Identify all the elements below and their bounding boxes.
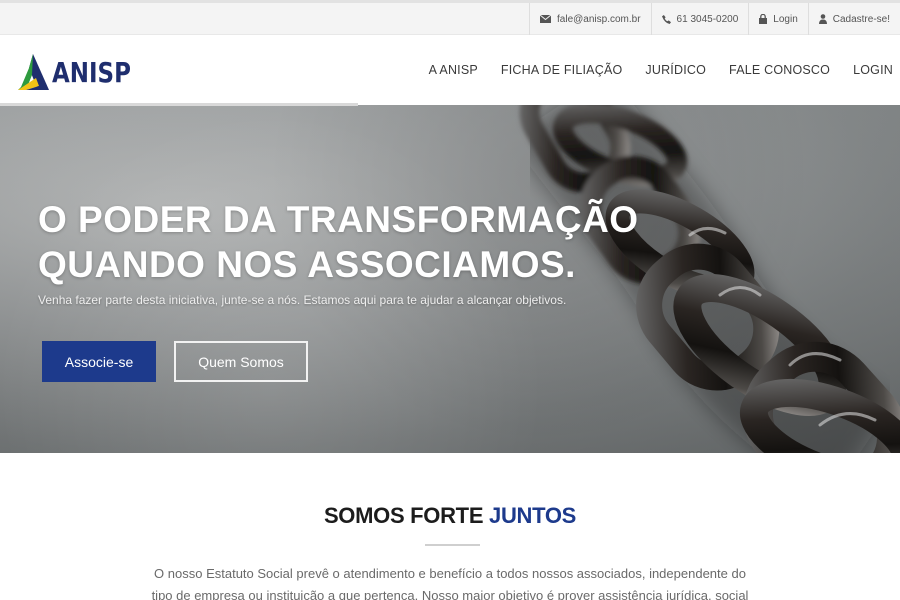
nav-item-ficha-de-filiacao[interactable]: FICHA DE FILIAÇÃO	[501, 63, 622, 77]
associe-se-button[interactable]: Associe-se	[42, 341, 156, 382]
nav-item-fale-conosco[interactable]: FALE CONOSCO	[729, 63, 830, 77]
top-bar-links: fale@anisp.com.br 61 3045-0200 Login Cad…	[529, 3, 900, 35]
hero-title: O PODER DA TRANSFORMAÇÃO QUANDO NOS ASSO…	[38, 197, 639, 287]
user-icon	[818, 14, 827, 24]
paragraph-line-2: tipo de empresa ou instituição a que per…	[151, 588, 749, 600]
phone-text: 61 3045-0200	[676, 13, 739, 25]
hero-title-line-1: O PODER DA TRANSFORMAÇÃO	[38, 199, 639, 240]
logo-mark-icon	[18, 54, 49, 90]
lock-icon	[759, 14, 768, 24]
section-title-accent: JUNTOS	[489, 503, 577, 528]
hero-banner: O PODER DA TRANSFORMAÇÃO QUANDO NOS ASSO…	[0, 105, 900, 453]
logo[interactable]: ANISP	[18, 54, 148, 90]
phone-link[interactable]: 61 3045-0200	[650, 3, 749, 35]
top-bar: fale@anisp.com.br 61 3045-0200 Login Cad…	[0, 0, 900, 35]
hero-title-line-2: QUANDO NOS ASSOCIAMOS.	[38, 244, 576, 285]
section-title: SOMOS FORTE JUNTOS	[0, 503, 900, 529]
nav-item-login[interactable]: LOGIN	[853, 63, 893, 77]
nav-item-a-anisp[interactable]: A ANISP	[429, 63, 478, 77]
section-paragraph: O nosso Estatuto Social prevê o atendime…	[150, 563, 750, 600]
section-title-part-1: SOMOS FORTE	[323, 503, 490, 528]
quem-somos-button[interactable]: Quem Somos	[174, 341, 308, 382]
nav-item-juridico[interactable]: JURÍDICO	[645, 63, 706, 77]
signup-text: Cadastre-se!	[832, 13, 890, 25]
login-text: Login	[773, 13, 798, 25]
section-divider	[425, 544, 480, 546]
email-text: fale@anisp.com.br	[557, 13, 641, 25]
paragraph-line-1: O nosso Estatuto Social prevê o atendime…	[154, 566, 746, 581]
header-underline	[0, 103, 358, 106]
envelope-icon	[540, 15, 552, 23]
login-link[interactable]: Login	[748, 3, 807, 35]
main-header: ANISP A ANISP FICHA DE FILIAÇÃO JURÍDICO…	[0, 35, 900, 105]
signup-link[interactable]: Cadastre-se!	[807, 3, 900, 35]
phone-icon	[661, 14, 671, 24]
logo-text: ANISP	[52, 55, 131, 89]
main-nav: A ANISP FICHA DE FILIAÇÃO JURÍDICO FALE …	[406, 35, 893, 105]
email-link[interactable]: fale@anisp.com.br	[529, 3, 651, 35]
hero-subtitle: Venha fazer parte desta iniciativa, junt…	[38, 293, 567, 307]
